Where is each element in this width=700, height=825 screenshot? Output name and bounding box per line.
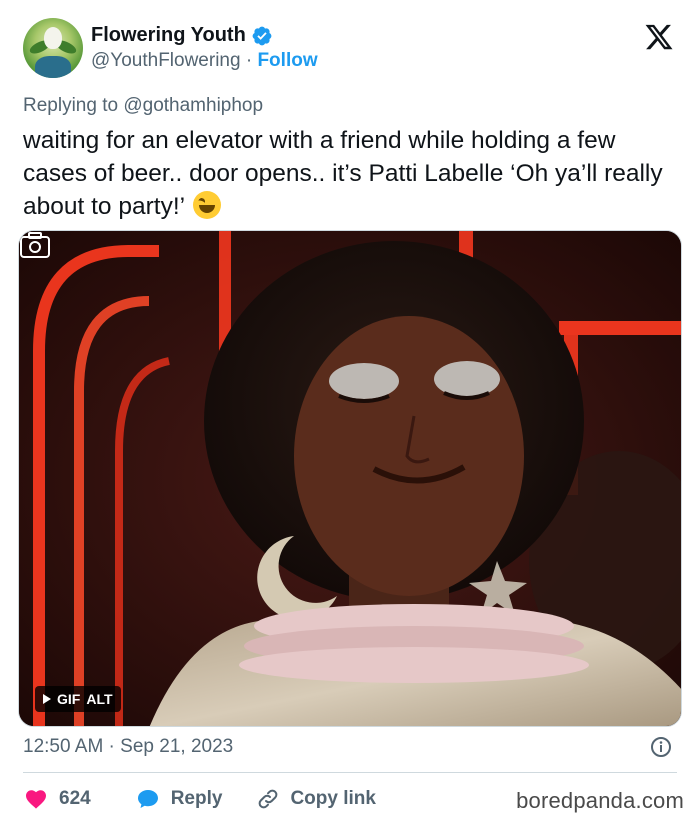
media-gif[interactable]: GIF ALT <box>18 230 682 727</box>
timestamp-row[interactable]: 12:50 AM · Sep 21, 2023 <box>23 736 233 758</box>
reply-button[interactable]: Reply <box>135 787 223 811</box>
reply-bubble-icon <box>137 790 158 808</box>
tweet-time: 12:50 AM <box>23 736 104 757</box>
grinning-squinting-face-emoji-icon <box>192 191 221 219</box>
reply-label: Reply <box>170 788 223 809</box>
tweet-card: Flowering Youth @YouthFlowering · Follow… <box>0 0 700 825</box>
like-count: 624 <box>59 788 91 809</box>
replying-to-handle[interactable]: @gothamhiphop <box>123 95 263 116</box>
follow-button[interactable]: Follow <box>257 50 317 71</box>
copy-link-button[interactable]: Copy link <box>256 787 376 811</box>
tweet-text: waiting for an elevator with a friend wh… <box>23 127 663 220</box>
verified-badge-icon <box>252 26 272 45</box>
divider <box>23 772 677 773</box>
play-icon <box>43 694 51 704</box>
alt-label[interactable]: ALT <box>86 691 112 707</box>
time-separator: · <box>103 736 121 757</box>
gif-label: GIF <box>57 691 81 707</box>
author-handle[interactable]: @YouthFlowering <box>91 50 241 71</box>
x-logo-icon[interactable] <box>643 22 675 52</box>
gif-alt-badge[interactable]: GIF ALT <box>35 686 121 712</box>
author-name-row: Flowering Youth <box>91 24 273 47</box>
like-button[interactable]: 624 <box>23 787 91 811</box>
tweet-header: Flowering Youth @YouthFlowering · Follow <box>23 18 683 80</box>
handle-separator: · <box>240 50 258 71</box>
replying-to-prefix: Replying to <box>23 95 124 116</box>
heart-icon <box>26 790 46 809</box>
tweet-date: Sep 21, 2023 <box>120 736 234 757</box>
copy-link-label: Copy link <box>290 788 376 809</box>
tweet-text-block: waiting for an elevator with a friend wh… <box>23 124 683 223</box>
avatar[interactable] <box>23 18 83 78</box>
action-bar: 624 Reply Copy link <box>23 784 376 814</box>
info-icon[interactable] <box>650 736 672 758</box>
replying-to-line: Replying to @gothamhiphop <box>23 95 263 117</box>
boredpanda-watermark: boredpanda.com <box>516 788 684 813</box>
media-gif-frame <box>19 231 681 726</box>
camera-icon[interactable] <box>19 231 51 259</box>
author-handle-row: @YouthFlowering · Follow <box>91 50 318 72</box>
link-icon <box>259 789 278 809</box>
author-display-name[interactable]: Flowering Youth <box>91 24 246 47</box>
